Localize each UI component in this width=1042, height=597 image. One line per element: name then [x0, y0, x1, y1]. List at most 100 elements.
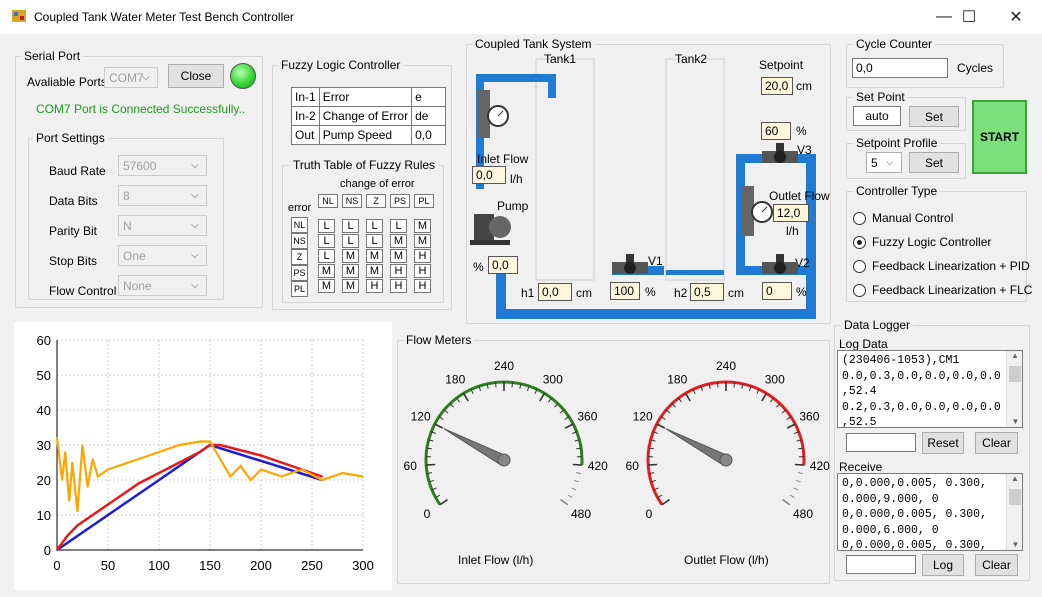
controller-radio[interactable]	[853, 236, 866, 249]
gauge-tick	[793, 487, 799, 491]
inlet-gauge-caption: Inlet Flow (l/h)	[458, 553, 534, 567]
series-point	[117, 465, 119, 467]
clear-receive-button[interactable]: Clear	[975, 554, 1018, 576]
scroll-down-icon[interactable]: ▼	[1007, 417, 1022, 426]
series-point	[260, 468, 262, 471]
inlet-flow-unit: l/h	[510, 172, 523, 186]
fuzzy-io-cell: de	[411, 106, 447, 126]
gauge-tick-label: 180	[445, 373, 465, 387]
error-label: error	[288, 202, 312, 214]
port-setting-label: Baud Rate	[49, 164, 106, 178]
truth-col-header: NS	[342, 194, 362, 208]
close-port-button[interactable]: Close	[168, 64, 224, 88]
controller-radio[interactable]	[853, 284, 866, 297]
v1-label: V1	[648, 254, 663, 268]
scroll-up-icon[interactable]: ▲	[1007, 474, 1022, 483]
scroll-thumb[interactable]	[1009, 366, 1021, 382]
series-point	[178, 444, 181, 446]
truth-rule-cell: M	[414, 234, 431, 248]
log-data-textbox[interactable]: (230406-1053),CM1 0.0,0.3,0.0,0.0,0.0,0.0…	[837, 350, 1023, 428]
truth-rule-cell: M	[366, 249, 383, 263]
truth-rule-cell: H	[414, 279, 431, 293]
series-point	[341, 472, 344, 474]
chart-panel: 0 10 20 30 40 50 60 0 50 100 150 200 250 300	[14, 322, 392, 590]
gauge-tick	[786, 423, 796, 429]
series-point	[56, 549, 58, 551]
setpoint-profile-combo[interactable]: 5 ⌵	[866, 152, 902, 173]
port-setting-combo[interactable]: None ⌵	[118, 275, 207, 296]
fuzzy-io-cell: In-1	[291, 87, 320, 107]
series-point	[321, 479, 324, 481]
gauge-tick-label: 480	[571, 507, 591, 521]
maximize-button[interactable]: ☐	[946, 0, 992, 34]
truth-rule-cell: H	[390, 264, 407, 278]
gauge-tick	[761, 392, 768, 402]
outlet-flow-sensor-icon	[742, 186, 773, 236]
truth-col-header: NL	[318, 194, 338, 208]
scroll-up-icon[interactable]: ▲	[1007, 351, 1022, 360]
setpoint-field: 20,0	[761, 77, 793, 95]
receive-scrollbar[interactable]: ▲ ▼	[1006, 474, 1022, 550]
series-point	[280, 475, 283, 478]
chevron-down-icon: ⌵	[191, 250, 199, 261]
x-tick-label: 50	[101, 558, 115, 573]
log-filename-field[interactable]	[846, 433, 916, 452]
series-point	[290, 465, 293, 467]
gauge-tick-label: 480	[793, 507, 813, 521]
gauge-tick	[564, 423, 574, 429]
log-button[interactable]: Log	[922, 554, 964, 576]
port-setting-combo[interactable]: 8 ⌵	[118, 185, 207, 206]
truth-rule-cell: M	[342, 249, 359, 263]
window-title: Coupled Tank Water Meter Test Bench Cont…	[34, 10, 294, 24]
fuzzy-io-table: In-1 Error e In-2 Change of Error de Out Pump S…	[291, 87, 447, 145]
truth-rule-cell: M	[318, 264, 335, 278]
pump-icon	[470, 214, 511, 245]
reset-button[interactable]: Reset	[922, 432, 964, 454]
gauge-tick	[434, 423, 444, 429]
start-button[interactable]: START	[972, 100, 1027, 174]
port-setting-combo[interactable]: N ⌵	[118, 215, 207, 236]
v3-opening-field: 60	[761, 122, 791, 140]
gauge-tick-label: 60	[404, 459, 417, 473]
gauge-tick	[559, 409, 565, 414]
scroll-down-icon[interactable]: ▼	[1007, 540, 1022, 549]
controller-radio[interactable]	[853, 260, 866, 273]
cycle-counter-field[interactable]: 0,0	[852, 58, 948, 78]
set-point-field[interactable]: auto	[853, 106, 901, 126]
fuzzy-io-cell: Pump Speed	[318, 125, 413, 145]
gauge-tick-label: 300	[543, 373, 563, 387]
clear-log-button[interactable]: Clear	[975, 432, 1018, 454]
available-ports-combo[interactable]: COM7 ⌵	[104, 67, 158, 88]
gauge-tick	[426, 463, 436, 466]
series-point	[219, 444, 221, 446]
y-tick-label: 60	[37, 333, 51, 348]
setpoint-profile-button[interactable]: Set	[909, 152, 959, 173]
series-point	[209, 440, 211, 443]
gauge-tick	[511, 382, 513, 388]
receive-textbox[interactable]: 0,0.000,0.005, 0.300, 0.000,9.000, 0 0,0.0…	[837, 473, 1023, 551]
log-scrollbar[interactable]: ▲ ▼	[1006, 351, 1022, 427]
port-settings-label: Port Settings	[33, 131, 108, 145]
gauge-tick	[554, 403, 559, 408]
log-line: (230406-1053),CM1	[842, 354, 960, 367]
scroll-thumb[interactable]	[1009, 489, 1021, 505]
series-point	[137, 482, 140, 485]
receive-input-field[interactable]	[846, 555, 916, 574]
fuzzy-io-cell: Error	[318, 87, 413, 107]
h1-field: 0,0	[538, 283, 572, 301]
port-setting-combo[interactable]: 57600 ⌵	[118, 155, 207, 176]
truth-rule-cell: M	[342, 264, 359, 278]
setpoint-label: Setpoint	[759, 58, 804, 72]
y-tick-label: 40	[37, 403, 51, 418]
gauge-tick	[656, 423, 666, 429]
port-setting-combo[interactable]: One ⌵	[118, 245, 207, 266]
y-tick-label: 30	[37, 438, 51, 453]
receive-line: 0.000,6.000, 0	[842, 523, 939, 537]
close-window-button[interactable]: ✕	[993, 0, 1039, 34]
controller-radio[interactable]	[853, 212, 866, 225]
gauge-tick	[439, 498, 448, 506]
fuzzy-io-row: In-1 Error e	[291, 87, 447, 107]
series-point	[97, 475, 99, 478]
set-point-button[interactable]: Set	[909, 106, 959, 127]
set-point-label: Set Point	[853, 90, 908, 104]
